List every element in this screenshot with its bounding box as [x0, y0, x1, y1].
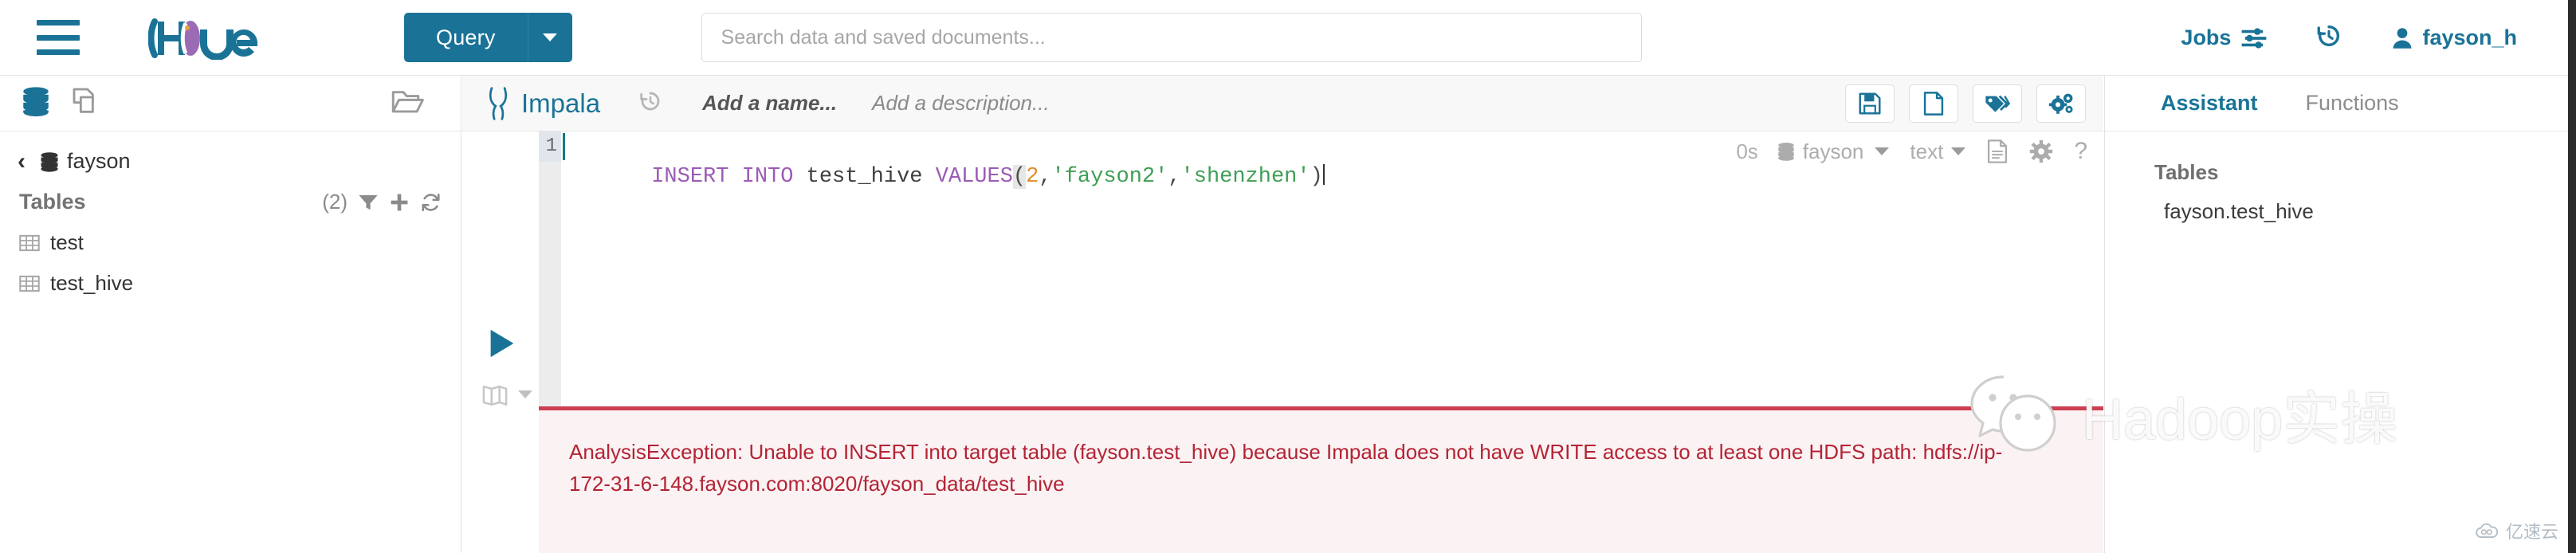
- hamburger-bar: [37, 34, 80, 41]
- list-item[interactable]: test: [19, 230, 461, 255]
- sidebar-open-folder-button[interactable]: [391, 86, 424, 120]
- table-icon: [19, 275, 40, 292]
- documents-icon: [73, 88, 94, 113]
- history-button[interactable]: [2315, 22, 2342, 53]
- error-panel: AnalysisException: Unable to INSERT into…: [539, 406, 2103, 553]
- top-navigation-bar: Query Jobs: [0, 0, 2576, 76]
- hue-logo[interactable]: [148, 15, 296, 60]
- line-number-column: 1: [539, 131, 561, 450]
- tables-section-header: Tables (2): [19, 190, 442, 214]
- sql-token-comma: ,: [1168, 165, 1181, 189]
- chevron-down-icon: [543, 33, 558, 41]
- settings-gears-icon: [2048, 93, 2073, 114]
- sql-token-number: 2: [1026, 165, 1039, 189]
- hamburger-bar: [37, 49, 80, 55]
- query-button[interactable]: Query: [404, 13, 528, 62]
- book-icon: [482, 385, 508, 406]
- sidebar-documents-tab[interactable]: [70, 85, 102, 121]
- play-icon: [490, 329, 514, 358]
- impala-icon: [489, 86, 508, 120]
- hamburger-menu-icon[interactable]: [37, 20, 80, 55]
- assistant-content: Tables fayson.test_hive: [2105, 131, 2576, 224]
- list-item[interactable]: test_hive: [19, 271, 461, 296]
- tags-button[interactable]: [1973, 84, 2022, 123]
- user-name-label: fayson_h: [2422, 25, 2517, 49]
- error-message: AnalysisException: Unable to INSERT into…: [569, 440, 2003, 496]
- tab-assistant[interactable]: Assistant: [2161, 91, 2258, 116]
- sidebar-icon-bar: [0, 76, 461, 131]
- query-name-input[interactable]: Add a name...: [702, 91, 837, 116]
- text-cursor: [1322, 164, 1325, 185]
- line-number: 1: [539, 131, 561, 162]
- sql-token-string: 'shenzhen': [1180, 165, 1310, 189]
- sql-token-keyword: VALUES: [935, 165, 1013, 189]
- active-line-marker: [563, 133, 565, 160]
- editor-history-button[interactable]: [638, 89, 662, 117]
- save-button[interactable]: [1845, 84, 1895, 123]
- folder-icon: [391, 91, 424, 113]
- engine-selector[interactable]: Impala: [486, 86, 601, 120]
- sql-token-paren: ): [1310, 165, 1323, 189]
- editor-toolbar-buttons: [1845, 84, 2086, 123]
- sql-statement[interactable]: INSERT INTO test_hive VALUES(2,'fayson2'…: [574, 131, 1325, 189]
- user-menu[interactable]: fayson_h: [2392, 25, 2517, 50]
- editor-toolbar: Impala Add a name... Add a description..…: [462, 76, 2103, 131]
- query-dropdown-caret-icon[interactable]: [527, 13, 572, 62]
- tables-label: Tables: [19, 190, 86, 214]
- settings-button[interactable]: [2036, 84, 2086, 123]
- hue-logo-icon: [148, 18, 258, 60]
- editor-gutter: [462, 131, 539, 553]
- sql-token-comma: ,: [1039, 165, 1052, 189]
- database-name-label: fayson: [67, 149, 131, 173]
- jobs-label: Jobs: [2181, 25, 2232, 49]
- new-document-button[interactable]: [1909, 84, 1958, 123]
- filter-icon[interactable]: [358, 193, 379, 212]
- tags-icon: [1985, 95, 2010, 112]
- sliders-icon: [2242, 27, 2267, 49]
- database-icon: [41, 151, 58, 172]
- history-icon: [2318, 25, 2340, 47]
- query-button-group[interactable]: Query: [404, 13, 572, 62]
- user-icon: [2393, 27, 2412, 49]
- assistant-table-item[interactable]: fayson.test_hive: [2164, 199, 2576, 224]
- tables-actions: (2): [322, 190, 442, 214]
- engine-name-label: Impala: [521, 88, 601, 118]
- assistant-tabs: Assistant Functions: [2105, 76, 2576, 131]
- sql-token-keyword: INSERT INTO: [651, 165, 807, 189]
- table-icon: [19, 234, 40, 251]
- new-document-icon: [1923, 91, 1944, 116]
- database-icon: [23, 87, 49, 117]
- plus-icon[interactable]: [389, 192, 410, 213]
- query-description-input[interactable]: Add a description...: [872, 91, 1050, 116]
- left-sidebar: ‹ fayson Tables (2) test test_hive: [0, 76, 461, 553]
- hamburger-bar: [37, 20, 80, 25]
- refresh-icon[interactable]: [420, 192, 442, 213]
- right-edge-rail: [2568, 0, 2576, 553]
- execute-query-button[interactable]: [485, 327, 518, 364]
- table-name-label: test: [50, 230, 84, 254]
- tab-functions[interactable]: Functions: [2306, 91, 2399, 116]
- assistant-tables-label: Tables: [2154, 160, 2219, 184]
- global-search[interactable]: [701, 13, 1642, 62]
- save-icon: [1859, 92, 1881, 114]
- sql-token-paren: (: [1012, 165, 1027, 189]
- database-breadcrumb[interactable]: ‹ fayson: [18, 149, 461, 174]
- query-explain-button[interactable]: [481, 382, 532, 406]
- tables-count: (2): [322, 190, 348, 214]
- sidebar-databases-tab[interactable]: [19, 84, 53, 122]
- jobs-button[interactable]: Jobs: [2181, 25, 2268, 50]
- search-input[interactable]: [701, 13, 1642, 62]
- sql-token-identifier: test_hive: [806, 165, 936, 189]
- history-icon: [640, 92, 660, 111]
- assistant-panel: Assistant Functions Tables fayson.test_h…: [2104, 76, 2576, 553]
- chevron-down-icon[interactable]: [518, 390, 532, 398]
- top-right-actions: Jobs fayson_h: [2181, 0, 2517, 76]
- sql-token-string: 'fayson2': [1051, 165, 1168, 189]
- query-editor-panel: Impala Add a name... Add a description..…: [462, 76, 2103, 553]
- table-name-label: test_hive: [50, 271, 134, 295]
- back-chevron-icon[interactable]: ‹: [18, 149, 26, 174]
